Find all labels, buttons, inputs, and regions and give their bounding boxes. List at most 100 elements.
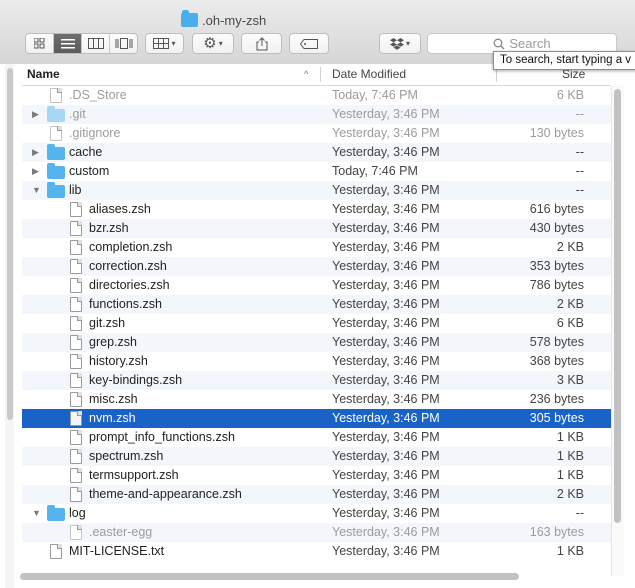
document-icon (70, 392, 82, 407)
file-name: nvm.zsh (89, 411, 136, 425)
folder-row[interactable]: ▶ custom Today, 7:46 PM -- (22, 162, 611, 181)
search-placeholder: Search (509, 36, 551, 51)
file-row[interactable]: functions.zsh Yesterday, 3:46 PM 2 KB (22, 295, 611, 314)
file-size: 368 bytes (529, 354, 584, 368)
document-icon (70, 221, 82, 236)
file-name: .git (69, 107, 86, 121)
file-size: 6 KB (556, 88, 584, 102)
disclosure-collapsed-icon[interactable]: ▶ (32, 143, 42, 162)
file-row[interactable]: history.zsh Yesterday, 3:46 PM 368 bytes (22, 352, 611, 371)
gear-icon: ⚙ (203, 35, 217, 52)
file-name: MIT-LICENSE.txt (69, 544, 165, 558)
document-icon (70, 316, 82, 331)
action-button[interactable]: ⚙ ▾ (192, 33, 234, 54)
folder-row[interactable]: ▶ cache Yesterday, 3:46 PM -- (22, 143, 611, 162)
file-row[interactable]: termsupport.zsh Yesterday, 3:46 PM 1 KB (22, 466, 611, 485)
file-row[interactable]: prompt_info_functions.zsh Yesterday, 3:46… (22, 428, 611, 447)
chevron-down-icon: ▾ (405, 39, 410, 48)
file-row[interactable]: git.zsh Yesterday, 3:46 PM 6 KB (22, 314, 611, 333)
folder-row[interactable]: ▼ log Yesterday, 3:46 PM -- (22, 504, 611, 523)
date-modified: Yesterday, 3:46 PM (332, 506, 440, 520)
window-title: .oh-my-zsh (181, 10, 266, 29)
file-row[interactable]: .gitignore Yesterday, 3:46 PM 130 bytes (22, 124, 611, 143)
icon-view-button[interactable] (26, 34, 54, 53)
file-name: log (69, 506, 86, 520)
file-row[interactable]: directories.zsh Yesterday, 3:46 PM 786 byt… (22, 276, 611, 295)
document-icon (70, 487, 82, 502)
file-name: correction.zsh (89, 259, 167, 273)
list-view-button[interactable] (54, 34, 82, 53)
document-icon (50, 544, 62, 559)
file-size: 236 bytes (529, 392, 584, 406)
disclosure-expanded-icon[interactable]: ▼ (32, 504, 42, 523)
file-name: .easter-egg (89, 525, 153, 539)
file-size: 1 KB (556, 544, 584, 558)
file-row[interactable]: .easter-egg Yesterday, 3:46 PM 163 bytes (22, 523, 611, 542)
folder-row[interactable]: ▼ lib Yesterday, 3:46 PM -- (22, 181, 611, 200)
file-row[interactable]: misc.zsh Yesterday, 3:46 PM 236 bytes (22, 390, 611, 409)
file-row[interactable]: spectrum.zsh Yesterday, 3:46 PM 1 KB (22, 447, 611, 466)
document-icon (70, 411, 82, 426)
arrange-button[interactable]: ▾ (145, 33, 184, 54)
file-size: -- (575, 107, 584, 121)
document-icon (70, 240, 82, 255)
file-row[interactable]: key-bindings.zsh Yesterday, 3:46 PM 3 KB (22, 371, 611, 390)
date-modified: Yesterday, 3:46 PM (332, 373, 440, 387)
file-size: -- (575, 145, 584, 159)
file-size: 616 bytes (529, 202, 584, 216)
disclosure-collapsed-icon[interactable]: ▶ (32, 105, 42, 124)
file-row[interactable]: correction.zsh Yesterday, 3:46 PM 353 byte… (22, 257, 611, 276)
file-name: misc.zsh (89, 392, 138, 406)
folder-icon (47, 505, 65, 521)
file-size: 6 KB (556, 316, 584, 330)
file-name: lib (69, 183, 82, 197)
date-modified: Yesterday, 3:46 PM (332, 335, 440, 349)
document-icon (70, 297, 82, 312)
vertical-scrollbar-thumb[interactable] (614, 89, 621, 523)
file-row[interactable]: grep.zsh Yesterday, 3:46 PM 578 bytes (22, 333, 611, 352)
date-modified: Yesterday, 3:46 PM (332, 392, 440, 406)
date-modified: Yesterday, 3:46 PM (332, 297, 440, 311)
cover-flow-button[interactable] (110, 34, 137, 53)
view-mode-control (25, 33, 138, 54)
column-header-date[interactable]: Date Modified (332, 64, 406, 85)
file-row[interactable]: theme-and-appearance.zsh Yesterday, 3:46 … (22, 485, 611, 504)
file-row[interactable]: .DS_Store Today, 7:46 PM 6 KB (22, 86, 611, 105)
file-row[interactable]: MIT-LICENSE.txt Yesterday, 3:46 PM 1 KB (22, 542, 611, 561)
file-row[interactable]: nvm.zsh Yesterday, 3:46 PM 305 bytes (22, 409, 611, 428)
disclosure-expanded-icon[interactable]: ▼ (32, 181, 42, 200)
column-header-name[interactable]: Name (27, 64, 60, 85)
column-view-button[interactable] (82, 34, 110, 53)
file-row[interactable]: completion.zsh Yesterday, 3:46 PM 2 KB (22, 238, 611, 257)
tag-button[interactable] (289, 33, 329, 54)
finder-window: .oh-my-zsh ▾ ⚙ ▾ ▾ Search To search, sta… (0, 0, 635, 588)
file-size: 130 bytes (529, 126, 584, 140)
file-name: functions.zsh (89, 297, 162, 311)
file-row[interactable]: aliases.zsh Yesterday, 3:46 PM 616 bytes (22, 200, 611, 219)
file-size: 2 KB (556, 487, 584, 501)
column-view-icon (87, 38, 104, 49)
date-modified: Yesterday, 3:46 PM (332, 221, 440, 235)
date-modified: Today, 7:46 PM (332, 88, 418, 102)
column-divider[interactable] (320, 67, 321, 82)
share-button[interactable] (241, 33, 282, 54)
folder-icon (47, 182, 65, 198)
file-size: -- (575, 164, 584, 178)
arrange-grid-icon (153, 38, 170, 49)
date-modified: Yesterday, 3:46 PM (332, 126, 440, 140)
date-modified: Yesterday, 3:46 PM (332, 449, 440, 463)
file-name: history.zsh (89, 354, 148, 368)
file-row[interactable]: bzr.zsh Yesterday, 3:46 PM 430 bytes (22, 219, 611, 238)
left-scrollbar-thumb[interactable] (7, 68, 13, 420)
dropbox-button[interactable]: ▾ (379, 33, 421, 54)
date-modified: Yesterday, 3:46 PM (332, 145, 440, 159)
list-view-icon (60, 38, 75, 48)
folder-row[interactable]: ▶ .git Yesterday, 3:46 PM -- (22, 105, 611, 124)
disclosure-collapsed-icon[interactable]: ▶ (32, 162, 42, 181)
file-size: 2 KB (556, 297, 584, 311)
horizontal-scrollbar-thumb[interactable] (20, 573, 519, 580)
file-size: 353 bytes (529, 259, 584, 273)
cover-flow-icon (115, 38, 132, 49)
file-name: custom (69, 164, 110, 178)
file-size: -- (575, 506, 584, 520)
